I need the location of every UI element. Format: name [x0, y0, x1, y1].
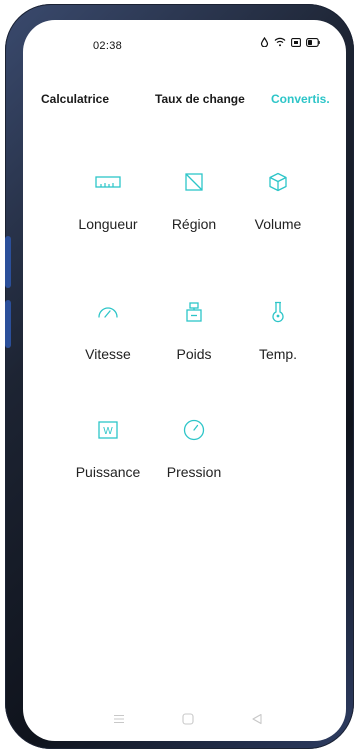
converter-region[interactable]: Région: [149, 168, 239, 258]
converter-label: Poids: [176, 346, 212, 362]
svg-text:W: W: [103, 426, 113, 437]
sim-icon: [291, 37, 301, 47]
status-icons: [260, 37, 320, 47]
volume-down-button[interactable]: [5, 300, 11, 348]
menu-icon[interactable]: [107, 709, 131, 729]
converter-puissance[interactable]: W Puissance: [63, 416, 153, 506]
converter-vitesse[interactable]: Vitesse: [63, 298, 153, 388]
status-bar: 02:38: [23, 20, 346, 68]
speedometer-icon: [93, 298, 123, 326]
tab-taux-de-change[interactable]: Taux de change: [155, 92, 245, 106]
ruler-icon: [93, 168, 123, 196]
converter-volume[interactable]: Volume: [233, 168, 323, 258]
converter-label: Volume: [254, 216, 302, 232]
converter-label: Vitesse: [85, 346, 131, 362]
scale-icon: [179, 298, 209, 326]
data-saver-icon: [260, 37, 269, 47]
wifi-icon: [274, 37, 286, 47]
converter-label: Puissance: [75, 464, 141, 480]
battery-icon: [306, 37, 320, 47]
back-icon[interactable]: [245, 709, 269, 729]
converter-pression[interactable]: Pression: [149, 416, 239, 506]
volume-up-button[interactable]: [5, 236, 11, 288]
screen: 02:38 Calculatrice Taux de change Conver…: [23, 20, 346, 741]
phone-frame: 02:38 Calculatrice Taux de change Conver…: [5, 4, 354, 749]
converter-longueur[interactable]: Longueur: [63, 168, 153, 258]
pressure-gauge-icon: [179, 416, 209, 444]
tab-bar: Calculatrice Taux de change Convertis.: [23, 92, 346, 116]
tab-calculatrice[interactable]: Calculatrice: [41, 92, 109, 106]
converter-poids[interactable]: Poids: [149, 298, 239, 388]
cube-icon: [263, 168, 293, 196]
nav-bar: [23, 701, 346, 741]
converter-temp[interactable]: Temp.: [233, 298, 323, 388]
converter-label: Longueur: [78, 216, 138, 232]
area-icon: [179, 168, 209, 196]
converter-label: Région: [171, 216, 217, 232]
converter-label: Temp.: [258, 346, 298, 362]
home-icon[interactable]: [176, 709, 200, 729]
thermometer-icon: [263, 298, 293, 326]
power-icon: W: [93, 416, 123, 444]
status-time: 02:38: [93, 40, 123, 52]
converter-label: Pression: [166, 464, 222, 480]
tab-convertis[interactable]: Convertis.: [271, 92, 330, 106]
